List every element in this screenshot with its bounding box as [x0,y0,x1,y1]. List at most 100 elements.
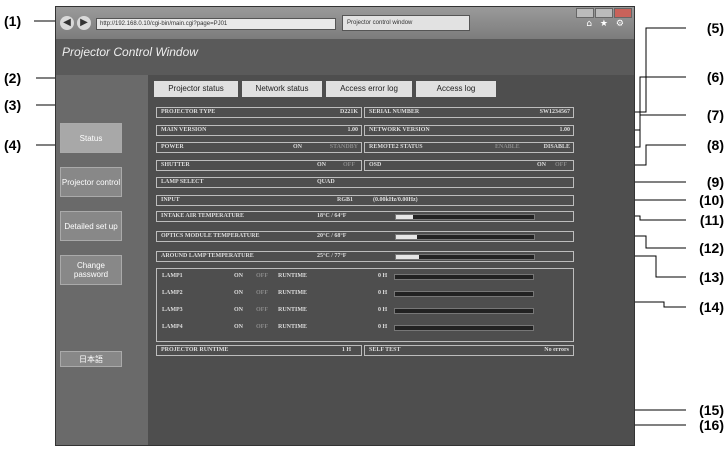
callout-8: (8) [706,137,724,153]
lamp-runtime-bar [394,325,534,331]
osd-row: OSD ON OFF [364,160,574,171]
lamp-off: OFF [256,273,268,279]
browser-window: ◀ ▶ http://192.168.0.10/cgi-bin/main.cgi… [55,6,635,446]
optics-module-temperature-label: OPTICS MODULE TEMPERATURE [161,233,260,239]
intake-air-temperature-value: 18°C / 64°F [317,213,347,219]
main-version-value: 1.00 [347,127,359,133]
lamp-on: ON [234,290,243,296]
power-label: POWER [161,144,184,150]
lamp-off: OFF [256,324,268,330]
projector-type-label: PROJECTOR TYPE [161,109,216,115]
callout-10: (10) [699,192,724,208]
sidebar: Status Projector control Detailed set up… [56,75,148,445]
remote2-status-label: REMOTE2 STATUS [369,144,423,150]
callout-15: (15) [699,402,724,418]
intake-air-temperature-fill [396,215,413,219]
main-version-row: MAIN VERSION 1.00 [156,125,362,136]
lamp-runtime-label: RUNTIME [278,290,308,296]
serial-number-value: SW1234567 [539,109,570,115]
close-icon[interactable] [614,8,632,18]
page-header: Projector Control Window [56,39,634,75]
input-label: INPUT [161,197,180,203]
intake-air-temperature-row: INTAKE AIR TEMPERATURE 18°C / 64°F [156,211,574,222]
input-row: INPUT RGB1 (0.00kHz/0.00Hz) [156,195,574,206]
optics-module-temperature-bar [395,234,535,240]
address-bar[interactable]: http://192.168.0.10/cgi-bin/main.cgi?pag… [96,18,336,30]
lamp-name: LAMP3 [162,307,183,313]
callout-13: (13) [699,269,724,285]
tab-access-error-log[interactable]: Access error log [326,81,412,97]
projector-type-row: PROJECTOR TYPE D221K [156,107,362,118]
sidebar-item-detailed-setup[interactable]: Detailed set up [60,211,122,241]
lamp-row: LAMP1 ON OFF RUNTIME 0 H [158,272,572,283]
callout-1: (1) [4,13,22,29]
optics-module-temperature-value: 20°C / 68°F [317,233,347,239]
shutter-on: ON [317,162,326,168]
self-test-row: SELF TEST No errors [364,345,574,356]
lamp-row: LAMP2 ON OFF RUNTIME 0 H [158,289,572,300]
lamp-name: LAMP1 [162,273,183,279]
tab-network-status[interactable]: Network status [242,81,322,97]
lamp-row: LAMP4 ON OFF RUNTIME 0 H [158,323,572,334]
callout-14: (14) [699,299,724,315]
callout-7: (7) [706,107,724,123]
osd-on: ON [537,162,546,168]
lamp-runtime-bar [394,274,534,280]
gear-icon[interactable]: ⚙ [616,19,624,29]
sidebar-item-change-password[interactable]: Change password [60,255,122,285]
lamp-runtime-bar [394,291,534,297]
maximize-icon[interactable] [595,8,613,18]
around-lamp-temperature-bar [395,254,535,260]
osd-label: OSD [369,162,382,168]
lamp-runtime-hours: 0 H [378,290,388,296]
around-lamp-temperature-value: 25°C / 77°F [317,253,347,259]
callout-4: (4) [4,137,22,153]
optics-module-temperature-fill [396,235,417,239]
around-lamp-temperature-label: AROUND LAMP TEMPERATURE [161,253,254,259]
remote2-disable: DISABLE [543,144,570,150]
lamp-runtime-label: RUNTIME [278,273,308,279]
lamp-on: ON [234,324,243,330]
lamp-runtime-bar [394,308,534,314]
callout-12: (12) [699,240,724,256]
home-icon[interactable]: ⌂ [586,19,592,29]
power-standby: STANDBY [329,144,358,150]
lamp-off: OFF [256,307,268,313]
power-row: POWER ON STANDBY [156,142,362,153]
remote2-enable: ENABLE [495,144,520,150]
back-icon[interactable]: ◀ [60,16,74,30]
minimize-icon[interactable] [576,8,594,18]
optics-module-temperature-row: OPTICS MODULE TEMPERATURE 20°C / 68°F [156,231,574,242]
shutter-off: OFF [343,162,355,168]
callout-16: (16) [699,417,724,433]
projector-runtime-label: PROJECTOR RUNTIME [161,347,229,353]
projector-runtime-row: PROJECTOR RUNTIME 1 H [156,345,362,356]
sidebar-item-language[interactable]: 日本語 [60,351,122,367]
serial-number-label: SERIAL NUMBER [369,109,420,115]
star-icon[interactable]: ★ [600,19,608,29]
sidebar-item-status[interactable]: Status [60,123,122,153]
shutter-label: SHUTTER [161,162,190,168]
callout-3: (3) [4,97,22,113]
tab-access-log[interactable]: Access log [416,81,496,97]
callout-11: (11) [699,212,724,228]
network-version-label: NETWORK VERSION [369,127,430,133]
browser-titlebar: ◀ ▶ http://192.168.0.10/cgi-bin/main.cgi… [56,7,634,39]
input-frequency: (0.00kHz/0.00Hz) [373,197,418,203]
main-version-label: MAIN VERSION [161,127,207,133]
intake-air-temperature-label: INTAKE AIR TEMPERATURE [161,213,245,219]
lamp-name: LAMP2 [162,290,183,296]
lamp-on: ON [234,307,243,313]
lamp-runtime-label: RUNTIME [278,324,308,330]
tab-projector-status[interactable]: Projector status [154,81,238,97]
remote2-status-row: REMOTE2 STATUS ENABLE DISABLE [364,142,574,153]
network-version-value: 1.00 [559,127,571,133]
forward-icon[interactable]: ▶ [77,16,91,30]
browser-tab[interactable]: Projector control window [342,15,470,31]
callout-9: (9) [706,174,724,190]
lamp-select-value: QUAD [317,179,335,185]
lamp-runtime-hours: 0 H [378,273,388,279]
sidebar-item-projector-control[interactable]: Projector control [60,167,122,197]
callout-5: (5) [706,20,724,36]
shutter-row: SHUTTER ON OFF [156,160,362,171]
